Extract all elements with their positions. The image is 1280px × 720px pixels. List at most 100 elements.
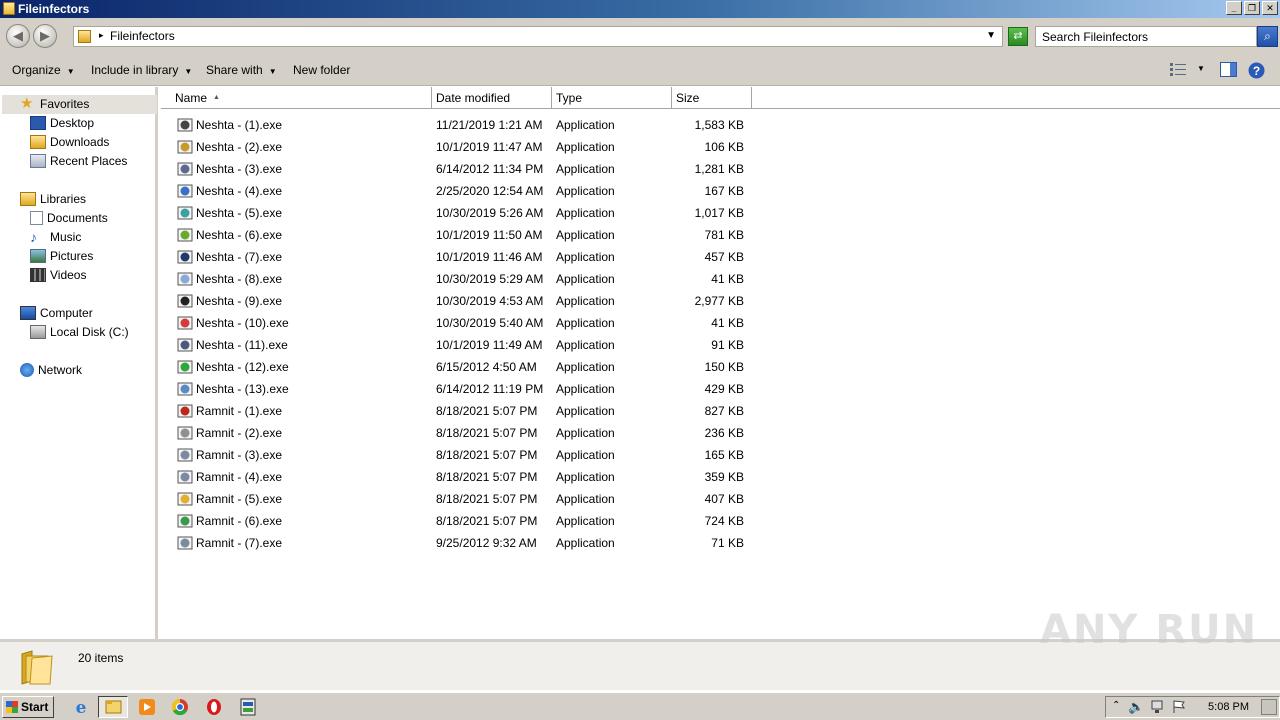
- table-row[interactable]: Neshta - (13).exe 6/14/2012 11:19 PM Appli…: [161, 378, 1280, 400]
- nav-favorites[interactable]: ★ Favorites: [20, 95, 89, 114]
- title-bar: Fileinfectors _ ❐ ✕: [0, 0, 1280, 18]
- file-date-modified: 10/1/2019 11:50 AM: [436, 228, 543, 242]
- internet-explorer-icon: e: [76, 698, 87, 718]
- view-dropdown-icon[interactable]: ▼: [1197, 64, 1205, 73]
- app-icon-8: [177, 272, 193, 286]
- preview-pane-icon[interactable]: [1220, 62, 1237, 77]
- maximize-button[interactable]: ❐: [1244, 1, 1260, 15]
- table-row[interactable]: Ramnit - (6).exe 8/18/2021 5:07 PM Applica…: [161, 510, 1280, 532]
- table-row[interactable]: Ramnit - (7).exe 9/25/2012 9:32 AM Applica…: [161, 532, 1280, 554]
- file-date-modified: 6/14/2012 11:19 PM: [436, 382, 544, 396]
- file-name: Neshta - (2).exe: [196, 140, 283, 154]
- nav-libraries[interactable]: Libraries: [20, 190, 86, 209]
- column-header-date[interactable]: Date modified: [432, 87, 552, 109]
- table-row[interactable]: Neshta - (7).exe 10/1/2019 11:46 AM Applic…: [161, 246, 1280, 268]
- nav-videos[interactable]: Videos: [30, 266, 86, 285]
- nav-local-disk[interactable]: Local Disk (C:): [30, 323, 129, 342]
- column-header-size[interactable]: Size: [672, 87, 752, 109]
- nav-recent-places-label: Recent Places: [50, 154, 128, 168]
- file-type: Application: [556, 162, 615, 176]
- file-size: 724 KB: [704, 514, 744, 528]
- breadcrumb-chevron-icon[interactable]: ▸: [99, 30, 104, 41]
- table-row[interactable]: Neshta - (1).exe 11/21/2019 1:21 AM Applic…: [161, 114, 1280, 136]
- back-button[interactable]: ◀: [6, 24, 30, 48]
- clock[interactable]: 5:08 PM: [1208, 701, 1249, 713]
- view-options-icon[interactable]: [1170, 62, 1186, 76]
- share-with-button[interactable]: Share with ▼: [206, 63, 277, 77]
- file-name: Ramnit - (6).exe: [196, 514, 283, 528]
- minimize-button[interactable]: _: [1226, 1, 1242, 15]
- chevron-down-icon: ▼: [66, 67, 75, 76]
- search-button[interactable]: ⌕: [1257, 26, 1278, 47]
- table-row[interactable]: Ramnit - (5).exe 8/18/2021 5:07 PM Applica…: [161, 488, 1280, 510]
- close-button[interactable]: ✕: [1262, 1, 1278, 15]
- taskbar-media-player[interactable]: [132, 696, 162, 718]
- nav-libraries-label: Libraries: [40, 192, 87, 206]
- network-tray-icon[interactable]: [1150, 700, 1166, 714]
- search-input[interactable]: Search Fileinfectors: [1035, 26, 1257, 47]
- start-button[interactable]: Start: [2, 696, 54, 718]
- app-icon-4: [177, 184, 193, 198]
- nav-recent-places[interactable]: Recent Places: [30, 152, 127, 171]
- organize-button[interactable]: Organize ▼: [12, 63, 75, 77]
- nav-downloads[interactable]: Downloads: [30, 133, 109, 152]
- include-in-library-button[interactable]: Include in library ▼: [91, 63, 192, 77]
- app-icon-6: [177, 228, 193, 242]
- column-header-type[interactable]: Type: [552, 87, 672, 109]
- table-row[interactable]: Neshta - (5).exe 10/30/2019 5:26 AM Applic…: [161, 202, 1280, 224]
- file-name: Neshta - (5).exe: [196, 206, 283, 220]
- volume-icon[interactable]: 🔈: [1128, 699, 1144, 715]
- nav-network[interactable]: Network: [20, 361, 82, 380]
- show-desktop-button[interactable]: [1261, 699, 1277, 715]
- column-header-name[interactable]: Name ▲: [161, 87, 432, 109]
- app-icon-12: [177, 360, 193, 374]
- address-bar[interactable]: ▸ Fileinfectors ▼: [73, 26, 1003, 47]
- new-folder-button[interactable]: New folder: [293, 63, 350, 77]
- table-row[interactable]: Neshta - (4).exe 2/25/2020 12:54 AM Applic…: [161, 180, 1280, 202]
- file-name: Neshta - (9).exe: [196, 294, 283, 308]
- refresh-button[interactable]: ⇄: [1008, 27, 1028, 46]
- file-date-modified: 8/18/2021 5:07 PM: [436, 404, 538, 418]
- file-name: Neshta - (4).exe: [196, 184, 283, 198]
- nav-documents[interactable]: Documents: [30, 209, 108, 228]
- organize-label: Organize: [12, 63, 61, 77]
- table-row[interactable]: Neshta - (9).exe 10/30/2019 4:53 AM Applic…: [161, 290, 1280, 312]
- flag-icon[interactable]: [1172, 700, 1186, 714]
- pictures-icon: [30, 248, 46, 263]
- show-hidden-icons-icon[interactable]: ⌃: [1112, 700, 1120, 711]
- file-size: 150 KB: [704, 360, 744, 374]
- nav-computer[interactable]: Computer: [20, 304, 93, 323]
- table-row[interactable]: Neshta - (10).exe 10/30/2019 5:40 AM Appli…: [161, 312, 1280, 334]
- file-date-modified: 10/1/2019 11:49 AM: [436, 338, 543, 352]
- table-row[interactable]: Ramnit - (2).exe 8/18/2021 5:07 PM Applica…: [161, 422, 1280, 444]
- nav-videos-label: Videos: [50, 268, 87, 282]
- table-row[interactable]: Neshta - (3).exe 6/14/2012 11:34 PM Applic…: [161, 158, 1280, 180]
- taskbar-internet-explorer[interactable]: e: [66, 696, 96, 718]
- chevron-down-icon[interactable]: ▼: [986, 30, 996, 41]
- file-type: Application: [556, 228, 615, 242]
- taskbar-chrome[interactable]: [165, 696, 195, 718]
- table-row[interactable]: Ramnit - (3).exe 8/18/2021 5:07 PM Applica…: [161, 444, 1280, 466]
- taskbar-explorer[interactable]: [98, 696, 128, 718]
- nav-music[interactable]: ♪ Music: [30, 228, 81, 247]
- svg-text:?: ?: [1253, 64, 1260, 78]
- forward-button[interactable]: ▶: [33, 24, 57, 48]
- taskbar-app[interactable]: [233, 696, 263, 718]
- nav-pictures[interactable]: Pictures: [30, 247, 93, 266]
- table-row[interactable]: Ramnit - (4).exe 8/18/2021 5:07 PM Applica…: [161, 466, 1280, 488]
- window-controls: _ ❐ ✕: [1226, 1, 1278, 15]
- taskbar-opera[interactable]: [199, 696, 229, 718]
- help-icon[interactable]: ?: [1248, 62, 1265, 79]
- nav-desktop[interactable]: Desktop: [30, 114, 94, 133]
- table-row[interactable]: Neshta - (6).exe 10/1/2019 11:50 AM Applic…: [161, 224, 1280, 246]
- table-row[interactable]: Neshta - (12).exe 6/15/2012 4:50 AM Applic…: [161, 356, 1280, 378]
- table-row[interactable]: Neshta - (8).exe 10/30/2019 5:29 AM Applic…: [161, 268, 1280, 290]
- table-row[interactable]: Ramnit - (1).exe 8/18/2021 5:07 PM Applica…: [161, 400, 1280, 422]
- file-name: Ramnit - (4).exe: [196, 470, 283, 484]
- table-row[interactable]: Neshta - (2).exe 10/1/2019 11:47 AM Applic…: [161, 136, 1280, 158]
- file-name: Neshta - (11).exe: [196, 338, 288, 352]
- file-size: 71 KB: [711, 536, 744, 550]
- refresh-icon: ⇄: [1013, 30, 1023, 42]
- breadcrumb[interactable]: Fileinfectors: [110, 29, 175, 43]
- table-row[interactable]: Neshta - (11).exe 10/1/2019 11:49 AM Appli…: [161, 334, 1280, 356]
